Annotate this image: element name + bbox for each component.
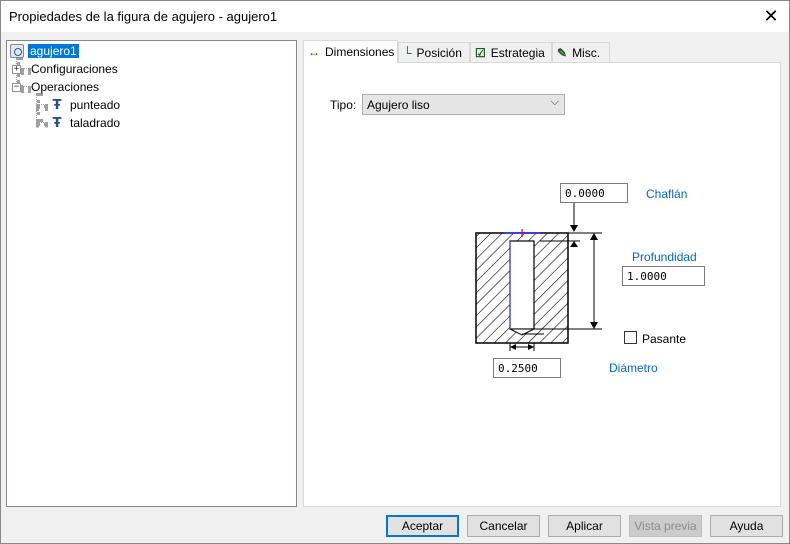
dimension-icon: ↔ — [308, 45, 320, 59]
tab-estrategia[interactable]: ☑ Estrategia — [470, 42, 552, 62]
tab-misc[interactable]: ✎ Misc. — [552, 42, 610, 62]
chamfer-label: Chaflán — [646, 187, 688, 201]
tab-posicion[interactable]: └ Posición — [398, 42, 470, 62]
drill-operation-icon: Ŧ — [52, 115, 62, 131]
tab-label: Estrategia — [490, 45, 545, 60]
feature-tree[interactable]: agujero1 + Configuraciones − Operaciones… — [6, 40, 297, 507]
hole-shape — [509, 240, 535, 330]
arrow-icon — [590, 322, 598, 329]
tree-item-punteado[interactable]: Ŧ punteado — [49, 97, 121, 113]
arrow-icon — [510, 344, 516, 350]
arrow-icon — [570, 225, 578, 232]
tree-item-label: taladrado — [70, 116, 121, 130]
chevron-down-icon: ⌵ — [550, 96, 559, 108]
diameter-input[interactable]: 0.2500 — [493, 358, 561, 378]
cancel-button[interactable]: Cancelar — [467, 515, 540, 537]
tree-item-configuraciones[interactable]: + Configuraciones — [12, 61, 118, 77]
position-icon: └ — [403, 45, 412, 60]
pasante-label: Pasante — [642, 332, 687, 346]
apply-button[interactable]: Aplicar — [548, 515, 621, 537]
tree-connector — [36, 122, 48, 126]
tree-connector — [36, 104, 48, 108]
hole-diagram — [475, 203, 602, 351]
tipo-select[interactable]: Agujero liso ⌵ — [362, 94, 565, 115]
window-title: Propiedades de la figura de agujero - ag… — [9, 9, 278, 24]
tab-label: Dimensiones — [325, 45, 395, 59]
dimensions-panel: Tipo: Agujero liso ⌵ 0.0000 Chaflán Prof… — [303, 62, 781, 507]
title-bar: Propiedades de la figura de agujero - ag… — [1, 1, 789, 32]
help-button[interactable]: Ayuda — [710, 515, 783, 537]
tree-item-label: Operaciones — [31, 80, 100, 94]
tree-item-taladrado[interactable]: Ŧ taladrado — [49, 115, 120, 131]
expand-icon[interactable]: + — [12, 64, 21, 74]
arrow-icon — [590, 233, 598, 240]
depth-input[interactable]: 1.0000 — [622, 266, 705, 286]
collapse-icon[interactable]: − — [12, 82, 21, 92]
drill-operation-icon: Ŧ — [52, 97, 62, 113]
tree-item-operaciones[interactable]: − Operaciones — [12, 79, 99, 95]
tab-label: Misc. — [572, 45, 601, 60]
misc-icon: ✎ — [557, 45, 568, 60]
preview-button[interactable]: Vista previa — [629, 515, 702, 537]
tree-item-label: Configuraciones — [31, 62, 118, 76]
strategy-icon: ☑ — [475, 45, 486, 60]
tipo-value: Agujero liso — [367, 98, 430, 112]
accept-button[interactable]: Aceptar — [386, 515, 459, 537]
tree-item-root[interactable]: agujero1 — [10, 43, 79, 59]
hole-feature-icon — [10, 44, 24, 58]
tipo-label: Tipo: — [330, 98, 357, 112]
tab-strip: ↔ Dimensiones └ Posición ☑ Estrategia ✎ … — [303, 40, 783, 63]
close-icon[interactable]: ✕ — [759, 4, 783, 28]
depth-label: Profundidad — [632, 250, 697, 264]
tree-item-label: agujero1 — [28, 44, 79, 58]
tree-item-label: punteado — [70, 98, 121, 112]
dialog-window: Propiedades de la figura de agujero - ag… — [0, 0, 790, 544]
pasante-checkbox[interactable] — [624, 331, 637, 344]
diameter-label: Diámetro — [609, 361, 658, 375]
arrow-icon — [570, 241, 578, 247]
arrow-icon — [528, 344, 534, 350]
chamfer-input[interactable]: 0.0000 — [560, 183, 628, 203]
tab-label: Posición — [416, 45, 462, 60]
tab-dimensiones[interactable]: ↔ Dimensiones — [303, 40, 398, 63]
